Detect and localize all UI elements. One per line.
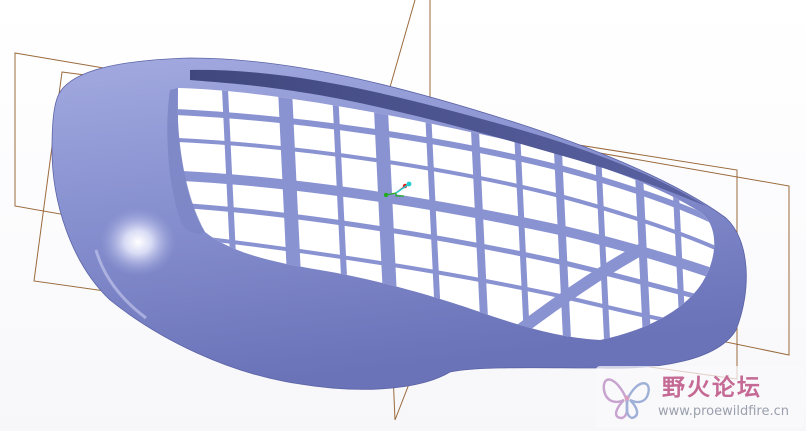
specular-highlight [100,208,176,276]
forum-watermark: 野火论坛 www.proewildfire.cn [596,366,804,428]
butterfly-logo-icon [602,378,650,420]
watermark-url: www.proewildfire.cn [658,404,789,419]
graphics-viewport[interactable]: 野火论坛 www.proewildfire.cn [0,0,806,431]
watermark-title: 野火论坛 [662,374,762,401]
shoe-last-part[interactable] [51,57,747,390]
